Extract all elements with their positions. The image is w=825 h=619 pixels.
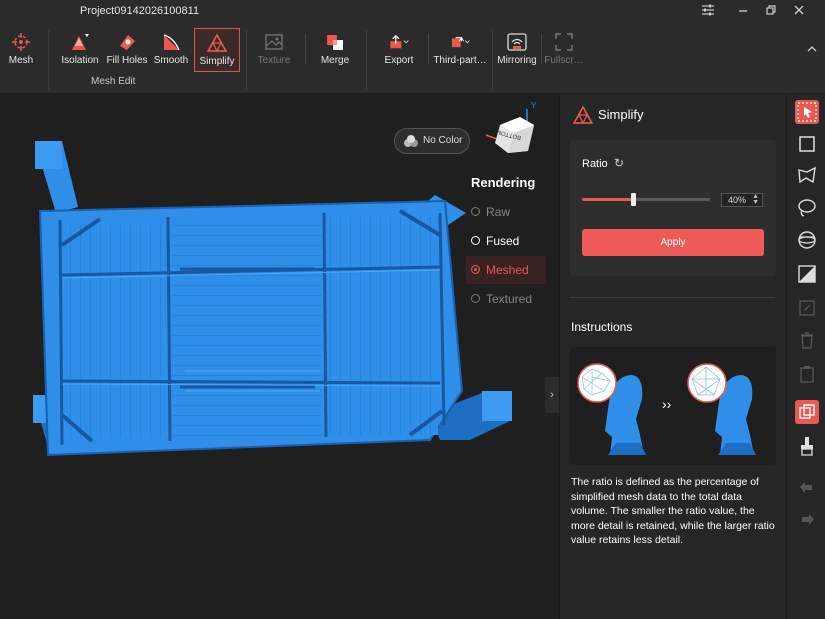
trash-icon bbox=[801, 332, 813, 349]
reset-icon[interactable]: ↻ bbox=[614, 156, 624, 170]
divider bbox=[570, 297, 775, 298]
clipboard-icon bbox=[800, 366, 814, 383]
color-mode-icon bbox=[404, 135, 418, 147]
mesh-model[interactable]: BOTTOM Y bbox=[0, 95, 559, 619]
smooth-button[interactable]: Smooth bbox=[152, 28, 190, 72]
invert-select-button[interactable] bbox=[795, 262, 819, 286]
crop-button[interactable] bbox=[795, 296, 819, 320]
bust-before-image bbox=[577, 363, 646, 455]
arrow-icon: ›› bbox=[662, 396, 672, 412]
redo-button[interactable] bbox=[795, 508, 819, 532]
radio-icon bbox=[471, 294, 480, 303]
redo-icon bbox=[802, 514, 814, 525]
globe-icon bbox=[798, 231, 816, 249]
merge-icon bbox=[327, 35, 343, 50]
render-option-raw[interactable]: Raw bbox=[466, 198, 546, 226]
brush-button[interactable] bbox=[795, 434, 819, 458]
chevron-right-icon: › bbox=[550, 389, 554, 401]
crop-icon bbox=[799, 300, 815, 316]
smooth-icon bbox=[163, 34, 180, 51]
render-option-meshed[interactable]: Meshed bbox=[466, 256, 546, 284]
rendering-title: Rendering bbox=[471, 175, 536, 190]
ratio-slider[interactable] bbox=[582, 193, 710, 206]
paste-button[interactable] bbox=[795, 362, 819, 386]
fill-holes-icon bbox=[120, 35, 135, 50]
slider-thumb[interactable] bbox=[631, 193, 636, 206]
collapse-panel-button[interactable]: › bbox=[545, 377, 559, 413]
merge-button[interactable]: Merge bbox=[316, 28, 354, 72]
settings-icon[interactable] bbox=[698, 3, 718, 21]
panel-title: Simplify bbox=[598, 107, 644, 122]
mirroring-icon bbox=[507, 33, 527, 51]
rendering-panel: Rendering Raw Fused Meshed Textured bbox=[466, 175, 546, 314]
isolation-icon bbox=[72, 34, 89, 50]
texture-button[interactable]: Texture bbox=[254, 28, 294, 72]
main-toolbar: Mesh Isolation Fill Holes Smooth Simplif… bbox=[0, 26, 825, 94]
instructions-title: Instructions bbox=[571, 320, 633, 334]
window-title: Project09142026100811 bbox=[80, 5, 200, 17]
polygon-icon bbox=[798, 166, 816, 184]
simplify-icon bbox=[206, 33, 228, 52]
mesh-icon bbox=[12, 33, 30, 51]
instructions-illustration: ›› bbox=[570, 347, 776, 465]
ratio-input[interactable]: 40% ▲ ▼ bbox=[721, 193, 763, 207]
ratio-label: Ratio bbox=[582, 158, 608, 170]
copy-icon bbox=[799, 404, 815, 419]
fill-holes-button[interactable]: Fill Holes bbox=[104, 28, 150, 72]
export-icon bbox=[390, 34, 409, 49]
select-tool-button[interactable] bbox=[795, 100, 819, 124]
no-color-button[interactable]: No Color bbox=[394, 128, 470, 154]
undo-button[interactable] bbox=[795, 476, 819, 500]
fullscreen-button[interactable]: Fullscr… bbox=[544, 28, 584, 72]
isolation-button[interactable]: Isolation bbox=[58, 28, 102, 72]
rectangle-select-button[interactable] bbox=[795, 132, 819, 156]
render-option-textured[interactable]: Textured bbox=[466, 285, 546, 313]
simplify-panel: Simplify Ratio ↻ 40% ▲ ▼ Apply Instructio… bbox=[559, 95, 786, 619]
undo-icon bbox=[800, 482, 812, 493]
lasso-icon bbox=[798, 199, 816, 217]
spinner-icon[interactable]: ▲ ▼ bbox=[752, 193, 759, 206]
axis-y-label: Y bbox=[531, 101, 537, 110]
cursor-icon bbox=[797, 102, 817, 122]
radio-icon bbox=[471, 265, 480, 274]
slider-fill bbox=[582, 198, 633, 201]
mesh-button[interactable]: Mesh bbox=[4, 28, 38, 72]
invert-icon bbox=[798, 265, 816, 283]
third-party-button[interactable]: Third-part… bbox=[432, 28, 488, 72]
sphere-select-button[interactable] bbox=[795, 228, 819, 252]
3d-viewport[interactable]: BOTTOM Y No Color Rendering Raw Fused Me… bbox=[0, 95, 559, 619]
copy-button[interactable] bbox=[795, 400, 819, 424]
lasso-select-button[interactable] bbox=[795, 196, 819, 220]
polygon-select-button[interactable] bbox=[795, 164, 819, 188]
minimize-icon[interactable] bbox=[733, 3, 753, 21]
export-button[interactable]: Export bbox=[378, 28, 420, 72]
close-icon[interactable] bbox=[789, 3, 809, 21]
simplify-icon bbox=[572, 105, 594, 124]
rectangle-icon bbox=[799, 136, 815, 152]
ratio-box: Ratio ↻ 40% ▲ ▼ Apply bbox=[570, 140, 776, 276]
texture-icon bbox=[265, 34, 283, 50]
title-bar: Project09142026100811 bbox=[0, 0, 825, 26]
simplify-button[interactable]: Simplify bbox=[194, 28, 240, 72]
third-party-icon bbox=[451, 36, 470, 48]
selection-toolbar bbox=[786, 95, 825, 619]
fullscreen-icon bbox=[555, 33, 573, 51]
apply-button[interactable]: Apply bbox=[582, 229, 764, 256]
mirroring-button[interactable]: Mirroring bbox=[496, 28, 538, 72]
instructions-text: The ratio is defined as the percentage o… bbox=[571, 476, 775, 546]
brush-icon bbox=[801, 437, 813, 456]
restore-icon[interactable] bbox=[761, 3, 781, 21]
render-option-fused[interactable]: Fused bbox=[466, 227, 546, 255]
group-label-mesh-edit: Mesh Edit bbox=[91, 76, 136, 87]
delete-button[interactable] bbox=[795, 328, 819, 352]
bust-after-image bbox=[687, 363, 756, 455]
collapse-toolbar-icon[interactable] bbox=[806, 44, 818, 57]
radio-icon bbox=[471, 207, 480, 216]
orientation-cube[interactable]: BOTTOM Y bbox=[485, 101, 537, 153]
radio-icon bbox=[471, 236, 480, 245]
